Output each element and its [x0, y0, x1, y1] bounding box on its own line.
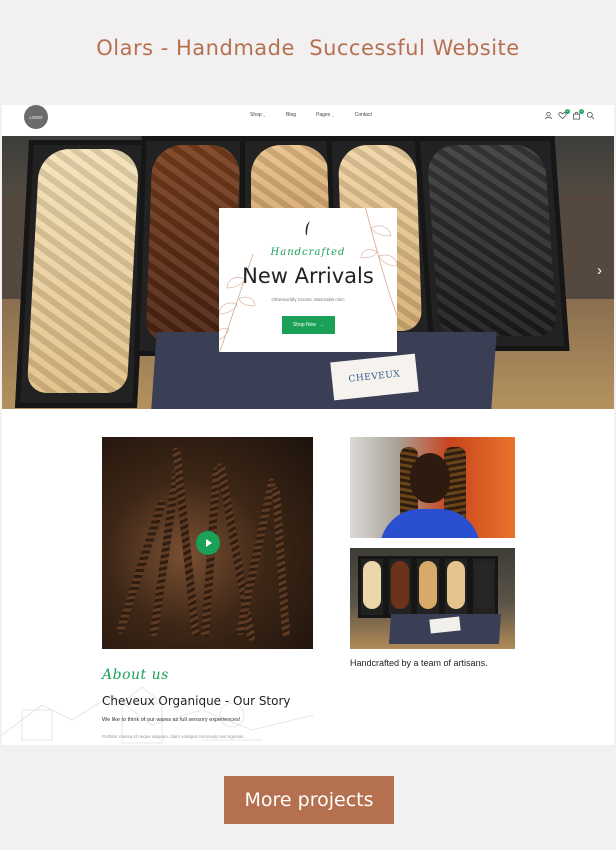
chevron-down-icon: ⌄ — [331, 112, 335, 118]
braids-video-thumbnail[interactable] — [102, 437, 313, 649]
play-icon[interactable] — [196, 531, 220, 555]
nav-label-blog: Blog — [286, 112, 297, 118]
arrow-right-icon: → — [319, 322, 325, 328]
nav-label-contact: Contact — [354, 112, 372, 118]
about-script-text: About us — [102, 667, 169, 683]
cart-count-badge: 0 — [579, 109, 584, 114]
nav-label-shop: Shop — [250, 112, 262, 118]
heart-icon[interactable]: 0 — [558, 109, 570, 120]
mini-hair-box — [442, 556, 470, 618]
shop-now-button[interactable]: Shop Now → — [282, 316, 335, 334]
feather-icon — [305, 221, 310, 235]
mini-hair-box — [386, 556, 414, 618]
logo[interactable]: LOGO — [24, 105, 48, 129]
nav-item-pages[interactable]: Pages ⌄ — [316, 112, 335, 118]
chevron-down-icon: ⌄ — [262, 112, 267, 118]
header-icons: 0 0 — [544, 109, 595, 120]
hero-script-text: Handcrafted — [270, 247, 346, 258]
braid-strand — [235, 477, 277, 637]
braid-strand — [216, 462, 256, 642]
nav-item-blog[interactable]: Blog — [286, 112, 296, 118]
hero-slider: CHEVEUX › Handcrafted New Arrivals Other — [2, 136, 614, 409]
mini-hair-box — [358, 556, 386, 618]
model-head — [410, 453, 450, 503]
model-photo — [350, 437, 515, 538]
mini-hair-box — [414, 556, 442, 618]
hair-box — [414, 136, 570, 351]
hero-heading: New Arrivals — [242, 264, 374, 288]
more-projects-button[interactable]: More projects — [224, 776, 394, 824]
braid-strand — [271, 486, 291, 638]
hair-box — [14, 140, 152, 408]
artisans-caption: Handcrafted by a team of artisans. — [350, 658, 488, 668]
website-preview: LOGO Shop ⌄ Blog Pages ⌄ Contact 0 0 CHE… — [2, 105, 614, 745]
user-icon[interactable] — [544, 111, 553, 120]
nav-item-shop[interactable]: Shop ⌄ — [250, 112, 266, 118]
hero-card: Handcrafted New Arrivals Otherworldly Sc… — [219, 208, 397, 352]
nav-label-pages: Pages — [316, 112, 331, 118]
search-icon[interactable] — [586, 111, 595, 120]
story-lead: We like to think of our wares as full se… — [102, 717, 241, 723]
mini-hair-box — [470, 556, 498, 618]
cart-icon[interactable]: 0 — [572, 109, 584, 120]
product-photo — [350, 548, 515, 649]
wishlist-count-badge: 0 — [565, 109, 570, 114]
hero-subtext: Otherworldly Scents. Minimalist chic! — [271, 297, 345, 302]
main-nav: Shop ⌄ Blog Pages ⌄ Contact — [250, 112, 372, 118]
nav-item-contact[interactable]: Contact — [355, 112, 372, 118]
story-title: Cheveux Organique - Our Story — [102, 694, 291, 708]
next-arrow-icon[interactable]: › — [597, 262, 602, 279]
showcase-title: Olars - Handmade Successful Website — [96, 36, 520, 60]
shop-now-label: Shop Now — [292, 322, 317, 328]
story-body: Porttitor massa id neque aliquam, diam v… — [102, 734, 244, 739]
site-header: LOGO Shop ⌄ Blog Pages ⌄ Contact 0 0 — [2, 105, 614, 135]
